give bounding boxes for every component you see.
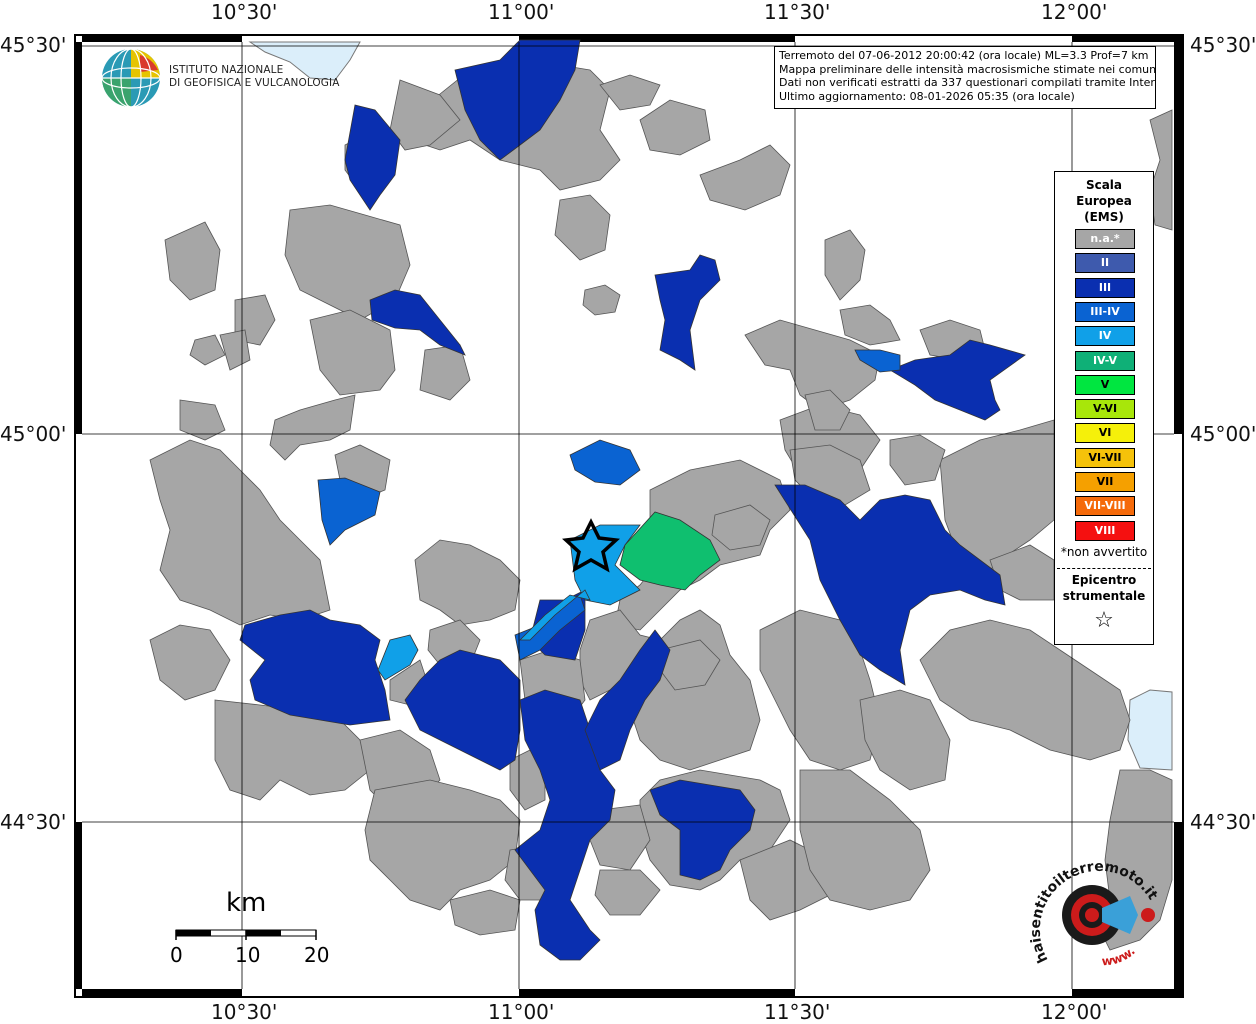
tick-right-3: 44°30' [1190, 810, 1256, 834]
scale-label-0: 0 [170, 943, 183, 967]
legend-epicenter-title: Epicentro strumentale [1055, 572, 1153, 604]
scale-label-10: 10 [235, 943, 261, 967]
legend-separator [1057, 568, 1151, 569]
event-info-box: Terremoto del 07-06-2012 20:00:42 (ora l… [774, 46, 1156, 109]
haisentito-text: haisentitoilterremoto.it www. [1030, 860, 1161, 968]
legend-star-icon: ☆ [1094, 608, 1114, 633]
tick-top-1: 10°30' [211, 0, 278, 24]
legend-title-3: (EMS) [1084, 210, 1124, 224]
tick-right-2: 45°00' [1190, 422, 1256, 446]
legend-item: III-IV [1075, 301, 1135, 322]
tick-right-1: 45°30' [1190, 33, 1256, 57]
scale-unit: km [226, 888, 267, 918]
svg-text:haisentitoilterremoto.it: haisentitoilterremoto.it [1030, 860, 1161, 965]
legend-epicenter-2: strumentale [1062, 589, 1146, 603]
institute-name: ISTITUTO NAZIONALE DI GEOFISICA E VULCAN… [169, 64, 340, 90]
legend-item: n.a.* [1075, 229, 1135, 249]
legend-title: Scala Europea (EMS) [1055, 177, 1153, 225]
tick-left-2: 45°00' [0, 422, 67, 446]
tick-bottom-4: 12°00' [1041, 1000, 1108, 1024]
institute-line-1: ISTITUTO NAZIONALE [169, 64, 284, 76]
legend-item: III [1075, 277, 1135, 298]
institute-line-2: DI GEOFISICA E VULCANOLOGIA [169, 77, 340, 89]
haisentito-suffix: www. [1101, 944, 1138, 968]
scale-label-20: 20 [304, 943, 330, 967]
info-line-4: Ultimo aggiornamento: 08-01-2026 05:35 (… [779, 89, 1075, 103]
legend-item: VI-VII [1075, 447, 1135, 468]
legend-item: VII-VIII [1075, 496, 1135, 517]
ems-legend: Scala Europea (EMS) n.a.* II III III-IV IV IV… [1054, 171, 1154, 645]
info-line-2: Mappa preliminare delle intensità macros… [779, 62, 1156, 76]
legend-epicenter-1: Epicentro [1071, 573, 1137, 587]
legend-note: *non avvertito [1060, 545, 1148, 559]
legend-item: V [1075, 374, 1135, 395]
legend-item: V-VI [1075, 399, 1135, 420]
legend-title-1: Scala [1085, 178, 1123, 192]
legend-item: II [1075, 253, 1135, 274]
tick-top-2: 11°00' [488, 0, 555, 24]
tick-bottom-1: 10°30' [211, 1000, 278, 1024]
ingv-logo [101, 48, 161, 108]
legend-item: IV-V [1075, 350, 1135, 371]
tick-bottom-2: 11°00' [488, 1000, 555, 1024]
legend-item: VIII [1075, 520, 1135, 541]
svg-text:www.: www. [1101, 944, 1138, 968]
tick-left-1: 45°30' [0, 33, 67, 57]
tick-top-3: 11°30' [764, 0, 831, 24]
tick-top-4: 12°00' [1041, 0, 1108, 24]
legend-item: IV [1075, 326, 1135, 347]
tick-bottom-3: 11°30' [764, 1000, 831, 1024]
info-line-1: Terremoto del 07-06-2012 20:00:42 (ora l… [779, 49, 1149, 62]
info-line-3: Dati non verificati estratti da 337 ques… [779, 76, 1156, 89]
legend-item: VI [1075, 423, 1135, 444]
haisentito-label: haisentitoilterremoto.it [1030, 860, 1161, 965]
legend-item: VII [1075, 472, 1135, 492]
legend-title-2: Europea [1076, 194, 1132, 208]
tick-left-3: 44°30' [0, 810, 67, 834]
